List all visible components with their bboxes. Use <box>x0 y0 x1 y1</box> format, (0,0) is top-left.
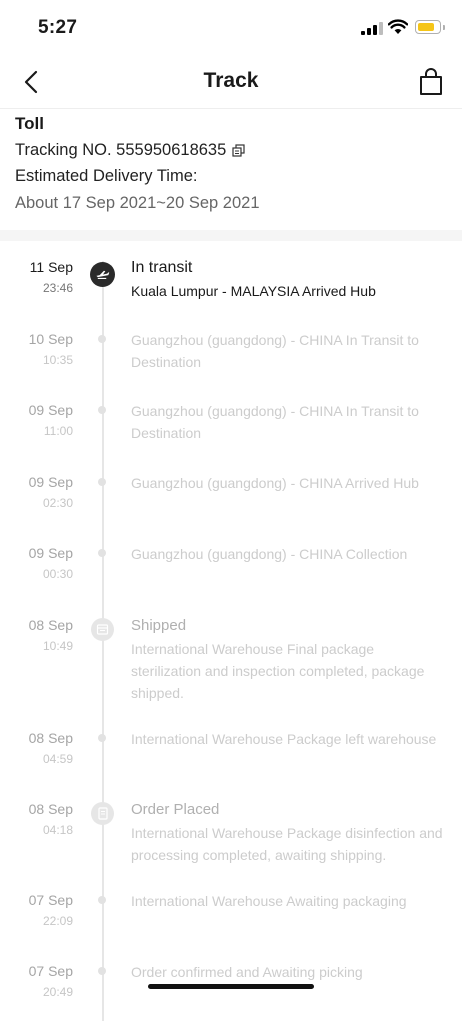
tracking-number: 555950618635 <box>116 141 227 159</box>
carrier-name: Toll <box>15 114 44 133</box>
battery-icon <box>415 20 445 34</box>
event-time: 10:49 <box>42 639 73 653</box>
document-icon <box>91 802 114 825</box>
event-time: 23:46 <box>42 281 73 295</box>
timeline-dot <box>98 406 106 414</box>
event-time: 11:00 <box>43 424 73 438</box>
event-time: 22:09 <box>42 914 73 928</box>
estimated-delivery-label: Estimated Delivery Time: <box>15 167 198 185</box>
event-description: Guangzhou (guangdong) - CHINA In Transit… <box>131 403 419 441</box>
event-status: Shipped <box>131 617 187 634</box>
event-status: Order Placed <box>131 801 220 818</box>
package-icon <box>91 618 114 641</box>
event-description: Kuala Lumpur - MALAYSIA Arrived Hub <box>131 283 376 299</box>
airplane-icon <box>90 262 115 287</box>
timeline-line <box>102 261 104 1021</box>
tracking-timeline: 11 Sep 23:46 In transit Kuala Lumpur - M… <box>0 241 462 1021</box>
section-divider <box>0 230 462 241</box>
event-date: 08 Sep <box>28 730 73 746</box>
tracking-label: Tracking NO. <box>15 141 112 159</box>
event-date: 08 Sep <box>28 617 73 633</box>
status-bar: 5:27 <box>0 0 462 56</box>
event-date: 10 Sep <box>28 331 73 347</box>
tracking-number-row: Tracking NO. 555950618635 <box>15 141 447 160</box>
timeline-dot <box>98 734 106 742</box>
event-description: Guangzhou (guangdong) - CHINA Collection <box>131 546 408 562</box>
event-description: International Warehouse Awaiting packagi… <box>131 893 407 909</box>
event-description: Order confirmed and Awaiting picking <box>131 964 363 980</box>
copy-icon[interactable] <box>232 144 245 157</box>
event-description: International Warehouse Package left war… <box>131 731 437 747</box>
timeline-dot <box>98 549 106 557</box>
event-time: 04:59 <box>42 752 73 766</box>
nav-bar: Track <box>0 56 462 109</box>
estimated-delivery-range: About 17 Sep 2021~20 Sep 2021 <box>15 194 260 212</box>
page-title: Track <box>203 69 259 92</box>
status-time: 5:27 <box>38 17 78 38</box>
timeline-dot <box>98 335 106 343</box>
event-date: 09 Sep <box>28 402 73 418</box>
wifi-icon <box>388 19 408 34</box>
event-date: 07 Sep <box>28 963 73 979</box>
event-time: 02:30 <box>42 496 73 510</box>
event-time: 04:18 <box>42 823 73 837</box>
home-indicator[interactable] <box>148 984 314 989</box>
event-description: International Warehouse Package disinfec… <box>131 825 443 863</box>
event-date: 09 Sep <box>28 545 73 561</box>
event-time: 10:35 <box>42 353 73 367</box>
event-status: In transit <box>131 259 193 276</box>
event-description: International Warehouse Final package st… <box>131 641 425 701</box>
event-description: Guangzhou (guangdong) - CHINA Arrived Hu… <box>131 475 419 491</box>
event-description: Guangzhou (guangdong) - CHINA In Transit… <box>131 332 419 370</box>
shopping-bag-icon[interactable] <box>416 66 446 98</box>
event-time: 20:49 <box>42 985 73 999</box>
timeline-dot <box>98 896 106 904</box>
event-date: 09 Sep <box>28 474 73 490</box>
event-date: 11 Sep <box>29 259 73 275</box>
timeline-dot <box>98 478 106 486</box>
event-time: 00:30 <box>42 567 73 581</box>
cellular-signal-icon <box>361 22 383 35</box>
event-date: 08 Sep <box>28 801 73 817</box>
event-date: 07 Sep <box>28 892 73 908</box>
shipment-info: Toll Tracking NO. 555950618635 Estimated… <box>15 112 447 213</box>
timeline-dot <box>98 967 106 975</box>
